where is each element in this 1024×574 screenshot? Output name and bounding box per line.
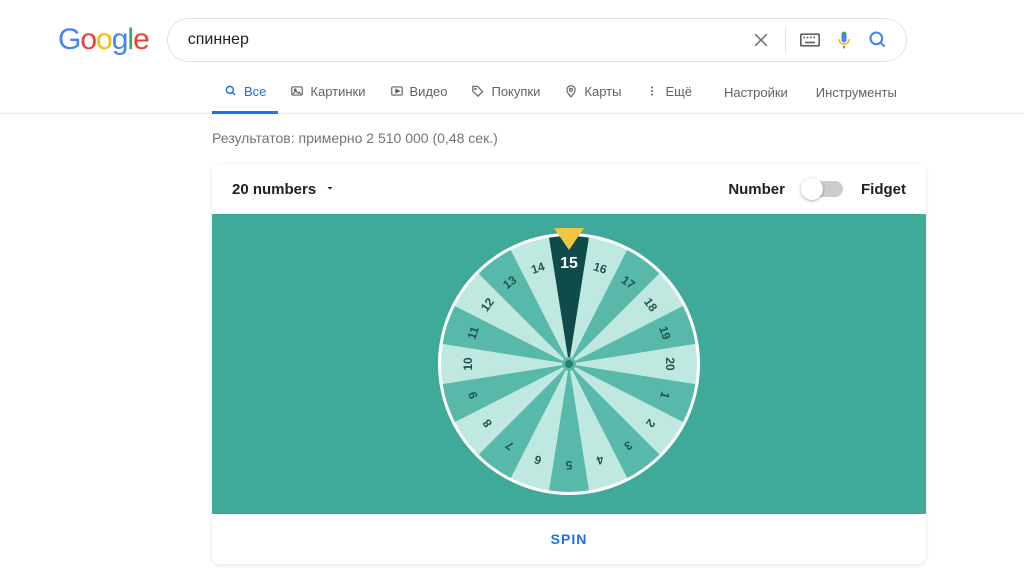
svg-text:20: 20 (663, 357, 677, 371)
svg-text:15: 15 (560, 255, 578, 272)
svg-text:10: 10 (461, 357, 475, 371)
search-box[interactable] (167, 18, 907, 62)
search-input[interactable] (188, 31, 737, 49)
tab-label: Покупки (491, 84, 540, 99)
mode-toggle[interactable] (803, 181, 843, 197)
tab-label: Карты (584, 84, 621, 99)
dots-icon (645, 84, 659, 98)
tab-shopping[interactable]: Покупки (459, 72, 552, 114)
mic-icon[interactable] (834, 30, 854, 50)
mode-number-label: Number (728, 181, 785, 198)
tab-label: Видео (410, 84, 448, 99)
chevron-down-icon (324, 181, 336, 198)
image-icon (290, 84, 304, 98)
tools-link[interactable]: Инструменты (816, 85, 897, 100)
google-logo[interactable]: Google (58, 23, 149, 57)
search-icon[interactable] (868, 30, 888, 50)
wheel-area: 1234567891011121314151617181920 (212, 214, 926, 514)
pointer-icon (554, 228, 584, 253)
tab-maps[interactable]: Карты (552, 72, 633, 114)
segments-dropdown[interactable]: 20 numbers (232, 181, 336, 198)
tab-images[interactable]: Картинки (278, 72, 377, 114)
tab-all[interactable]: Все (212, 72, 278, 114)
video-icon (390, 84, 404, 98)
spinner-wheel[interactable]: 1234567891011121314151617181920 (434, 229, 704, 499)
tag-icon (471, 84, 485, 98)
pin-icon (564, 84, 578, 98)
settings-link[interactable]: Настройки (724, 85, 788, 100)
separator (785, 27, 786, 53)
svg-text:5: 5 (565, 458, 572, 472)
tab-videos[interactable]: Видео (378, 72, 460, 114)
tab-label: Картинки (310, 84, 365, 99)
search-tabs: Все Картинки Видео Покупки Карты Ещё Нас… (0, 72, 1024, 114)
result-stats: Результатов: примерно 2 510 000 (0,48 се… (0, 114, 1024, 164)
spinner-card: 20 numbers Number Fidget 123456789101112… (212, 164, 926, 564)
tab-label: Ещё (665, 84, 692, 99)
tab-more[interactable]: Ещё (633, 72, 704, 114)
mode-fidget-label: Fidget (861, 181, 906, 198)
keyboard-icon[interactable] (800, 30, 820, 50)
clear-icon[interactable] (751, 30, 771, 50)
spin-button[interactable]: SPIN (212, 514, 926, 564)
search-small-icon (224, 84, 238, 98)
dropdown-label: 20 numbers (232, 181, 316, 198)
tab-label: Все (244, 84, 266, 99)
